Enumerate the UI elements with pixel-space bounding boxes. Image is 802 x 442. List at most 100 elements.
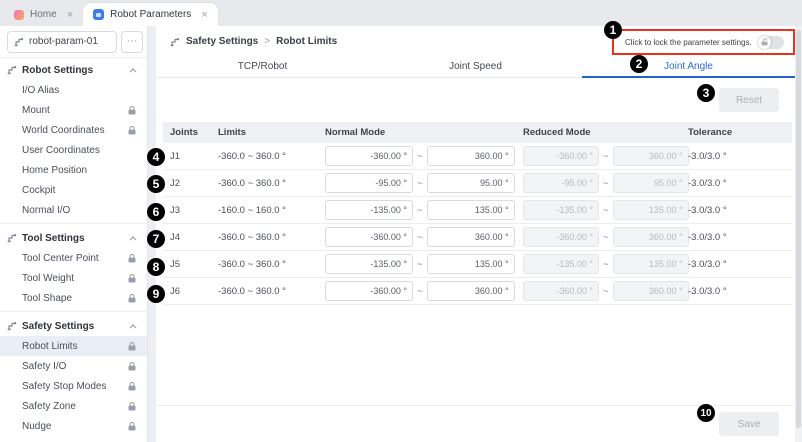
sidebar-item-cockpit[interactable]: Cockpit — [0, 180, 147, 200]
sidebar-section-tool-settings[interactable]: Tool Settings — [0, 228, 147, 248]
item-label: Safety I/O — [22, 361, 66, 372]
scrollbar-thumb[interactable] — [796, 30, 801, 428]
window-tab-bar: Home × Robot Parameters × — [0, 0, 802, 26]
sidebar-header: robot-param-01 ··· — [0, 26, 147, 58]
normal-min-input[interactable] — [325, 281, 413, 301]
reduced-max-input — [613, 173, 689, 193]
normal-min-input[interactable] — [325, 200, 413, 220]
breadcrumb-current: Robot Limits — [276, 36, 337, 47]
more-options-button[interactable]: ··· — [121, 31, 143, 53]
reduced-min-input — [523, 281, 599, 301]
item-label: World Coordinates — [22, 125, 105, 136]
normal-max-input[interactable] — [427, 281, 515, 301]
reset-row: Reset — [156, 78, 795, 122]
lock-icon — [128, 294, 136, 303]
annotation-badge-1: 1 — [604, 21, 622, 39]
joint-limits: -360.0 ~ 360.0 ° — [218, 232, 320, 243]
sidebar-item-home-position[interactable]: Home Position — [0, 160, 147, 180]
joint-tolerance: -3.0/3.0 ° — [683, 286, 792, 297]
tab-joint-speed[interactable]: Joint Speed — [369, 57, 582, 77]
reduced-min-input — [523, 254, 599, 274]
annotation-badge-9: 9 — [147, 285, 165, 303]
lock-icon — [128, 254, 136, 263]
sidebar-section-safety-settings[interactable]: Safety Settings — [0, 316, 147, 336]
reduced-max-input — [613, 254, 689, 274]
chevron-up-icon[interactable] — [129, 236, 137, 241]
joint-limits: -360.0 ~ 360.0 ° — [218, 151, 320, 162]
reset-button[interactable]: Reset — [719, 88, 779, 112]
joint-label: J1 — [163, 151, 218, 162]
joint-tolerance: -3.0/3.0 ° — [683, 259, 792, 270]
window-tab-home[interactable]: Home × — [4, 3, 83, 26]
normal-min-input[interactable] — [325, 227, 413, 247]
table-row-j3: J3 -160.0 ~ 160.0 ° ~ ~ -3.0/3.0 ° — [163, 197, 792, 224]
range-separator: ~ — [417, 205, 423, 216]
normal-mode-range: ~ — [320, 146, 518, 166]
sidebar-item-tool-shape[interactable]: Tool Shape — [0, 288, 147, 308]
normal-max-input[interactable] — [427, 227, 515, 247]
table-header-row: Joints Limits Normal Mode Reduced Mode T… — [163, 122, 792, 143]
reduced-max-input — [613, 227, 689, 247]
robot-parameters-icon — [93, 9, 104, 20]
table-row-j5: J5 -360.0 ~ 360.0 ° ~ ~ -3.0/3.0 ° — [163, 251, 792, 278]
joint-tolerance: -3.0/3.0 ° — [683, 151, 792, 162]
chevron-up-icon[interactable] — [129, 324, 137, 329]
close-icon[interactable]: × — [67, 9, 73, 21]
item-label: Tool Center Point — [22, 253, 99, 264]
joint-limits: -360.0 ~ 360.0 ° — [218, 259, 320, 270]
joint-limits: -360.0 ~ 360.0 ° — [218, 286, 320, 297]
window-tab-home-label: Home — [30, 9, 57, 20]
window-tab-robot-parameters[interactable]: Robot Parameters × — [83, 3, 218, 26]
sidebar-item-normal-io[interactable]: Normal I/O — [0, 200, 147, 220]
normal-max-input[interactable] — [427, 173, 515, 193]
breadcrumb-separator: > — [264, 36, 270, 47]
range-separator: ~ — [603, 151, 609, 162]
table-row-j6: J6 -360.0 ~ 360.0 ° ~ ~ -3.0/3.0 ° — [163, 278, 792, 305]
tab-tcp-robot[interactable]: TCP/Robot — [156, 57, 369, 77]
range-separator: ~ — [603, 232, 609, 243]
robot-arm-icon — [170, 37, 180, 47]
normal-min-input[interactable] — [325, 146, 413, 166]
sidebar-item-safety-zone[interactable]: Safety Zone — [0, 396, 147, 416]
range-separator: ~ — [417, 151, 423, 162]
sidebar-section-robot-settings[interactable]: Robot Settings — [0, 60, 147, 80]
breadcrumb-parent[interactable]: Safety Settings — [186, 36, 258, 47]
normal-min-input[interactable] — [325, 173, 413, 193]
chevron-up-icon[interactable] — [129, 68, 137, 73]
close-icon[interactable]: × — [201, 9, 207, 21]
reduced-min-input — [523, 227, 599, 247]
sidebar-item-io-alias[interactable]: I/O Alias — [0, 80, 147, 100]
normal-min-input[interactable] — [325, 254, 413, 274]
sidebar-item-world-coordinates[interactable]: World Coordinates — [0, 120, 147, 140]
lock-toggle[interactable] — [758, 36, 784, 49]
sidebar-item-tool-center-point[interactable]: Tool Center Point — [0, 248, 147, 268]
sidebar-item-robot-limits[interactable]: Robot Limits — [0, 336, 147, 356]
sidebar-item-safety-stop-modes[interactable]: Safety Stop Modes — [0, 376, 147, 396]
tab-joint-angle[interactable]: Joint Angle — [582, 57, 795, 77]
range-separator: ~ — [603, 259, 609, 270]
annotation-badge-2: 2 — [630, 55, 648, 73]
range-separator: ~ — [417, 178, 423, 189]
joint-angle-table: Joints Limits Normal Mode Reduced Mode T… — [163, 122, 792, 305]
item-label: Normal I/O — [22, 205, 70, 216]
sidebar-item-nudge[interactable]: Nudge — [0, 416, 147, 436]
item-label: Safety Stop Modes — [22, 381, 107, 392]
lock-setting-text: Click to lock the parameter settings. — [625, 38, 752, 47]
normal-max-input[interactable] — [427, 200, 515, 220]
range-separator: ~ — [603, 178, 609, 189]
window-tab-robot-parameters-label: Robot Parameters — [110, 9, 191, 20]
sidebar-item-safety-io[interactable]: Safety I/O — [0, 356, 147, 376]
normal-mode-range: ~ — [320, 254, 518, 274]
sidebar-item-mount[interactable]: Mount — [0, 100, 147, 120]
sidebar-item-user-coordinates[interactable]: User Coordinates — [0, 140, 147, 160]
normal-max-input[interactable] — [427, 146, 515, 166]
param-file-selector[interactable]: robot-param-01 — [7, 31, 117, 53]
save-button[interactable]: Save — [719, 412, 779, 436]
reduced-max-input — [613, 281, 689, 301]
reduced-min-input — [523, 146, 599, 166]
vertical-scrollbar[interactable] — [795, 26, 802, 442]
table-row-j4: J4 -360.0 ~ 360.0 ° ~ ~ -3.0/3.0 ° — [163, 224, 792, 251]
normal-max-input[interactable] — [427, 254, 515, 274]
sidebar-item-tool-weight[interactable]: Tool Weight — [0, 268, 147, 288]
section-label: Safety Settings — [22, 321, 94, 332]
